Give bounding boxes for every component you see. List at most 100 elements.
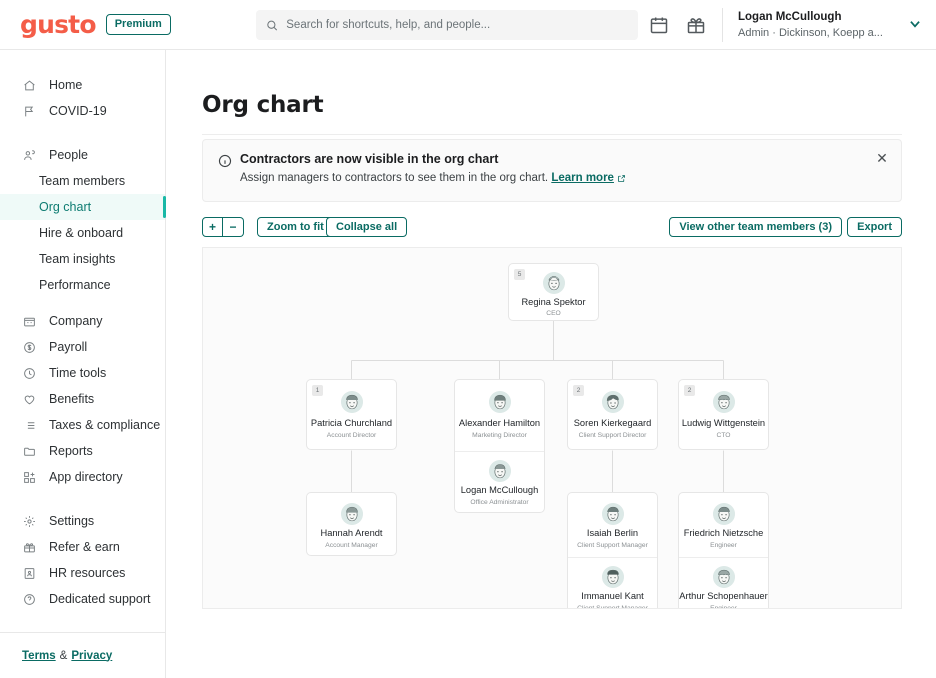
- sidebar-item-app-directory[interactable]: App directory: [0, 464, 165, 490]
- org-node-alexander-hamilton[interactable]: Alexander Hamilton Marketing Director: [455, 380, 544, 451]
- export-button[interactable]: Export: [847, 217, 902, 237]
- avatar: [602, 503, 624, 525]
- person-illustration-icon: [341, 503, 363, 525]
- person-title: Client Support Manager: [568, 541, 657, 550]
- sidebar-item-home[interactable]: Home: [0, 72, 165, 98]
- sidebar-item-hr-resources[interactable]: HR resources: [0, 560, 165, 586]
- person-illustration-icon: [713, 503, 735, 525]
- terms-link[interactable]: Terms: [22, 650, 56, 662]
- sidebar-item-refer-earn[interactable]: Refer & earn: [0, 534, 165, 560]
- person-illustration-icon: [489, 460, 511, 482]
- sidebar-item-time-tools[interactable]: Time tools: [0, 360, 165, 386]
- person-name: Isaiah Berlin: [568, 528, 657, 539]
- gusto-logo[interactable]: gusto: [20, 12, 96, 37]
- person-name: Arthur Schopenhauer: [679, 591, 768, 602]
- search-input[interactable]: [286, 19, 628, 31]
- dollar-circle-icon: [22, 340, 36, 354]
- org-node-group-engineers[interactable]: Friedrich Nietzsche Engineer Arthur Scho…: [678, 492, 769, 609]
- person-illustration-icon: [489, 391, 511, 413]
- org-node-group-client-support[interactable]: Isaiah Berlin Client Support Manager Imm…: [567, 492, 658, 609]
- org-node-arthur-schopenhauer[interactable]: Arthur Schopenhauer Engineer: [679, 557, 768, 609]
- banner-text: Assign managers to contractors to see th…: [240, 172, 548, 184]
- org-node-immanuel-kant[interactable]: Immanuel Kant Client Support Manager: [568, 557, 657, 609]
- user-role: Admin · Dickinson, Koepp a...: [738, 25, 928, 41]
- info-icon: [218, 154, 232, 168]
- org-node-logan-mccullough[interactable]: Logan McCullough Office Administrator: [455, 451, 544, 514]
- sidebar-item-reports[interactable]: Reports: [0, 438, 165, 464]
- avatar: [489, 391, 511, 413]
- sidebar-item-label: Home: [49, 78, 82, 92]
- person-title: Engineer: [679, 604, 768, 609]
- sidebar-item-org-chart[interactable]: Org chart: [0, 194, 165, 220]
- sidebar-item-people[interactable]: People: [0, 142, 165, 168]
- document-icon: [22, 566, 36, 580]
- sidebar-item-covid19[interactable]: COVID-19: [0, 98, 165, 124]
- sidebar-footer: Terms & Privacy: [0, 632, 166, 678]
- search-bar[interactable]: [256, 10, 638, 40]
- sidebar-item-taxes-compliance[interactable]: Taxes & compliance: [0, 412, 165, 438]
- collapse-all-button[interactable]: Collapse all: [326, 217, 407, 237]
- footer-separator: &: [60, 650, 68, 662]
- person-title: Office Administrator: [455, 498, 544, 507]
- gift-icon[interactable]: [686, 15, 706, 35]
- gear-icon: [22, 514, 36, 528]
- person-illustration-icon: [713, 566, 735, 588]
- calendar-icon[interactable]: [649, 15, 669, 35]
- person-illustration-icon: [602, 391, 624, 413]
- external-link-icon[interactable]: [617, 174, 626, 183]
- sidebar-item-performance[interactable]: Performance: [0, 272, 165, 298]
- sidebar-item-label: App directory: [49, 470, 123, 484]
- org-node-isaiah-berlin[interactable]: Isaiah Berlin Client Support Manager: [568, 493, 657, 557]
- privacy-link[interactable]: Privacy: [71, 650, 112, 662]
- chevron-down-icon[interactable]: [908, 17, 922, 31]
- sidebar-item-team-members[interactable]: Team members: [0, 168, 165, 194]
- org-node-hannah-arendt[interactable]: Hannah Arendt Account Manager: [306, 492, 397, 556]
- sidebar-item-hire-onboard[interactable]: Hire & onboard: [0, 220, 165, 246]
- sidebar-item-settings[interactable]: Settings: [0, 508, 165, 534]
- apps-icon: [22, 470, 36, 484]
- close-icon[interactable]: ✕: [875, 151, 889, 165]
- org-node-regina-spektor[interactable]: 5 Regina Spektor CEO: [508, 263, 599, 321]
- view-other-team-members-button[interactable]: View other team members (3): [669, 217, 842, 237]
- sidebar-nav: Home COVID-19 People Team members Org ch…: [0, 50, 165, 612]
- user-menu[interactable]: Logan McCullough Admin · Dickinson, Koep…: [738, 9, 928, 43]
- chart-toolbar: + − Zoom to fit Collapse all View other …: [202, 217, 902, 239]
- sidebar-item-label: Team insights: [39, 252, 115, 266]
- avatar: [713, 503, 735, 525]
- zoom-to-fit-button[interactable]: Zoom to fit: [257, 217, 334, 237]
- sidebar-item-team-insights[interactable]: Team insights: [0, 246, 165, 272]
- org-node-soren-kierkegaard[interactable]: 2 Soren Kierkegaard Client Support Direc…: [567, 379, 658, 450]
- zoom-in-button[interactable]: +: [202, 217, 223, 237]
- title-divider: [202, 134, 902, 135]
- people-icon: [22, 148, 36, 162]
- sidebar-item-dedicated-support[interactable]: Dedicated support: [0, 586, 165, 612]
- person-name: Ludwig Wittgenstein: [679, 418, 768, 429]
- avatar: [713, 566, 735, 588]
- sidebar-item-company[interactable]: Company: [0, 308, 165, 334]
- org-node-group-alexander-hamilton[interactable]: Alexander Hamilton Marketing Director Lo…: [454, 379, 545, 513]
- person-name: Immanuel Kant: [568, 591, 657, 602]
- person-name: Logan McCullough: [455, 485, 544, 496]
- sidebar-item-label: Team members: [39, 174, 125, 188]
- sidebar-item-benefits[interactable]: Benefits: [0, 386, 165, 412]
- avatar: [341, 391, 363, 413]
- person-name: Hannah Arendt: [307, 528, 396, 539]
- zoom-controls: + −: [202, 217, 244, 237]
- org-chart-canvas[interactable]: 5 Regina Spektor CEO 1: [202, 247, 902, 609]
- sidebar-item-label: Org chart: [39, 200, 91, 214]
- sidebar-item-payroll[interactable]: Payroll: [0, 334, 165, 360]
- org-node-ludwig-wittgenstein[interactable]: 2 Ludwig Wittgenstein CTO: [678, 379, 769, 450]
- person-name: Regina Spektor: [509, 297, 598, 308]
- person-name: Alexander Hamilton: [455, 418, 544, 429]
- learn-more-link[interactable]: Learn more: [551, 172, 614, 184]
- avatar: [602, 566, 624, 588]
- main-content: Org chart Contractors are now visible in…: [166, 50, 936, 678]
- org-node-patricia-churchland[interactable]: 1 Patricia Churchland Account Director: [306, 379, 397, 450]
- zoom-out-button[interactable]: −: [223, 217, 244, 237]
- gift-icon: [22, 540, 36, 554]
- question-circle-icon: [22, 592, 36, 606]
- sidebar: Home COVID-19 People Team members Org ch…: [0, 50, 166, 678]
- top-bar: gusto Premium Logan McCullough Admin · D…: [0, 0, 936, 50]
- sidebar-item-label: Hire & onboard: [39, 226, 123, 240]
- org-node-friedrich-nietzsche[interactable]: Friedrich Nietzsche Engineer: [679, 493, 768, 557]
